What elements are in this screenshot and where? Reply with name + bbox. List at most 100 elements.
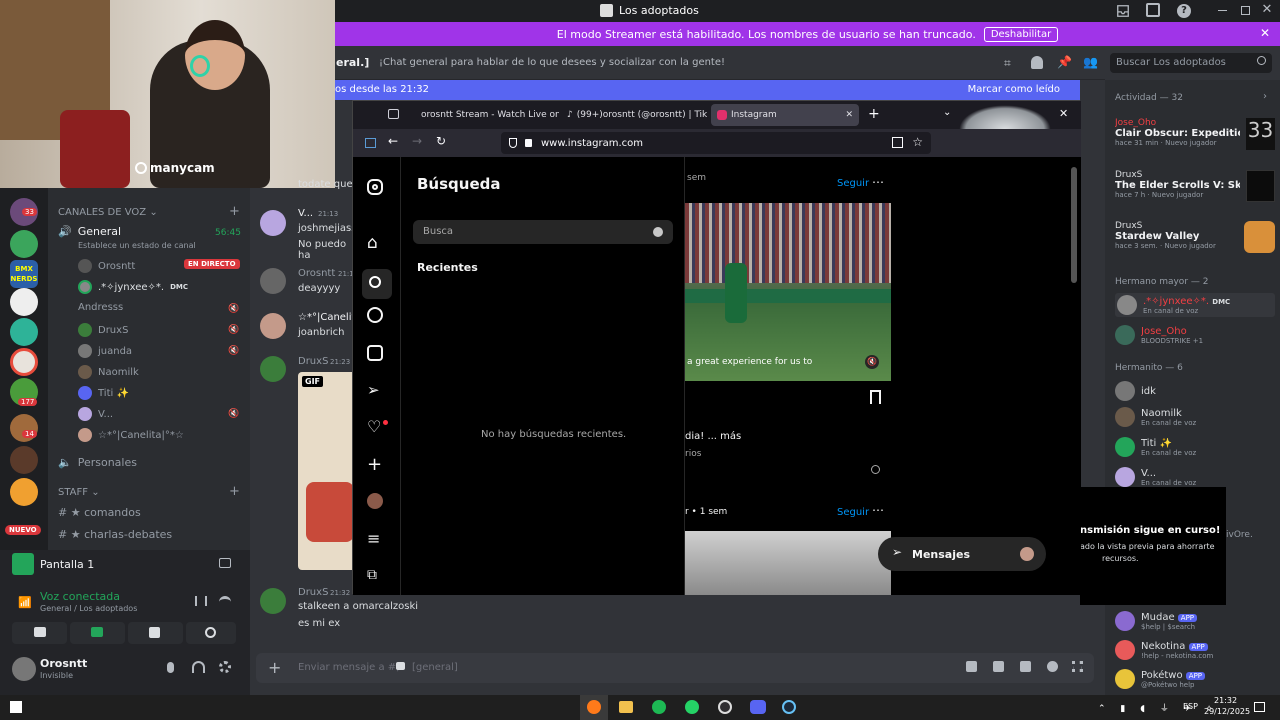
screen-share-preview[interactable]: Pantalla 1 <box>12 553 94 575</box>
activity-item[interactable]: DruxS Stardew Valley hace 3 sem. · Nuevo… <box>1115 221 1275 253</box>
reels-icon[interactable] <box>367 345 383 361</box>
threads-apps-icon[interactable]: ⧉ <box>367 567 387 587</box>
forward-icon[interactable]: → <box>412 134 422 148</box>
screen-share-button[interactable] <box>70 622 125 644</box>
spotify-taskbar-icon[interactable] <box>652 700 666 714</box>
activity-header[interactable]: Actividad — 32 <box>1115 93 1183 103</box>
server-icon-6[interactable] <box>10 348 38 376</box>
server-icon-5[interactable] <box>10 318 38 346</box>
member-item[interactable]: Jose_Oho BLOODSTRIKE +1 <box>1115 325 1275 345</box>
camera-off-button[interactable] <box>12 622 67 644</box>
reload-icon[interactable]: ↻ <box>436 134 446 148</box>
help-icon[interactable]: ? <box>1177 4 1191 18</box>
mute-icon[interactable]: 🔇 <box>865 355 879 369</box>
tray-icons[interactable]: ⌃ ▮ ◖ ⏚ ✈ ⟡ <box>1098 701 1218 714</box>
instagram-search-input[interactable]: Busca <box>413 220 673 244</box>
sidebar-toggle-icon[interactable] <box>365 138 376 148</box>
text-channel-charlas[interactable]: # ★ charlas-debates <box>58 528 172 541</box>
explore-icon[interactable] <box>367 307 383 323</box>
clear-search-icon[interactable] <box>653 227 663 237</box>
messages-pill[interactable]: ➢ Mensajes <box>878 537 1046 571</box>
unread-bar[interactable]: os desde las 21:32 Marcar como leído <box>335 80 1080 100</box>
message-composer[interactable]: + Enviar mensaje a #) [general] <box>256 653 1094 683</box>
notification-icon[interactable] <box>1146 3 1160 17</box>
bookmark-star-icon[interactable]: ☆ <box>912 135 923 149</box>
server-icon-2[interactable] <box>10 230 38 258</box>
voice-channel-general[interactable]: 🔊 General <box>58 225 121 238</box>
member-item[interactable]: idk <box>1115 381 1275 401</box>
new-tab-icon[interactable]: + <box>868 106 880 122</box>
close-browser-icon[interactable]: ✕ <box>1059 107 1068 120</box>
gift-icon[interactable] <box>966 661 977 672</box>
voice-user-druxs[interactable]: DruxS <box>78 323 128 337</box>
voice-location[interactable]: General / Los adoptados <box>40 604 137 613</box>
activities-button[interactable] <box>128 622 183 644</box>
post-video[interactable]: a great experience for us to 🔇 <box>685 203 891 381</box>
tab-kick[interactable]: orosntt Stream - Watch Live on <box>411 104 559 126</box>
threads-icon[interactable]: ⌗ <box>1004 56 1018 70</box>
search-placeholder[interactable]: Busca <box>423 226 453 237</box>
voice-user-juanda[interactable]: juanda <box>78 344 132 358</box>
user-avatar[interactable] <box>12 657 36 681</box>
gif-embed[interactable]: GIF <box>298 372 354 570</box>
message-author[interactable]: DruxS <box>298 587 328 598</box>
voice-category[interactable]: CANALES DE VOZ ⌄ <box>58 207 158 218</box>
post-caption[interactable]: dia! ... más <box>685 431 741 442</box>
stop-stream-icon[interactable] <box>219 558 231 568</box>
menu-icon[interactable]: ≡ <box>367 529 387 549</box>
tab-list-icon[interactable] <box>388 109 399 119</box>
profile-avatar-icon[interactable] <box>367 493 383 509</box>
activity-item[interactable]: Jose_Oho Clair Obscur: Expedition 33 hac… <box>1115 118 1275 150</box>
sticker-icon[interactable] <box>1020 661 1031 672</box>
scrollbar[interactable] <box>1071 167 1077 283</box>
voice-channel-personales[interactable]: 🔈 Personales <box>58 456 137 469</box>
headphones-icon[interactable] <box>192 661 205 673</box>
close-tab-icon[interactable]: ✕ <box>845 110 853 120</box>
post-options-icon[interactable]: ⋯ <box>872 503 884 517</box>
instagram-logo-icon[interactable] <box>367 179 383 195</box>
clock-time[interactable]: 21:32 <box>1214 696 1237 705</box>
search-icon[interactable] <box>362 269 392 299</box>
voice-user-canelita[interactable]: ☆*°|Canelita|°*☆ <box>78 428 184 442</box>
microphone-icon[interactable] <box>167 662 174 673</box>
attach-plus-icon[interactable]: + <box>268 658 281 677</box>
messages-icon[interactable]: ➢ <box>367 381 387 401</box>
follow-button[interactable]: Seguir <box>837 507 869 518</box>
voice-user-v[interactable]: V... <box>78 407 113 421</box>
server-icon-9[interactable] <box>10 446 38 474</box>
close-banner-icon[interactable]: ✕ <box>1260 26 1270 40</box>
text-channel-comandos[interactable]: # ★ comandos <box>58 506 141 519</box>
close-window-button[interactable]: ✕ <box>1260 2 1274 18</box>
url-bar[interactable]: www.instagram.com ☆ <box>501 132 931 154</box>
voice-user-orosntt[interactable]: Orosntt <box>78 259 135 273</box>
channel-status[interactable]: Establece un estado de canal <box>78 241 196 250</box>
notification-center-icon[interactable] <box>1254 702 1265 712</box>
apps-icon[interactable] <box>1072 661 1083 672</box>
settings-gear-icon[interactable] <box>219 661 231 673</box>
bell-icon[interactable] <box>1031 56 1043 69</box>
maximize-button[interactable] <box>1241 6 1250 15</box>
language-indicator[interactable]: ESP <box>1183 702 1198 711</box>
reader-icon[interactable] <box>892 137 903 148</box>
member-item[interactable]: .*✧jynxee✧*. DMC En canal de voz <box>1115 293 1275 317</box>
save-bookmark-icon[interactable] <box>870 390 881 404</box>
avatar[interactable] <box>260 356 286 382</box>
server-search-input[interactable]: Buscar Los adoptados <box>1116 57 1226 68</box>
whatsapp-taskbar-icon[interactable] <box>685 700 699 714</box>
firefox-taskbar-icon[interactable] <box>580 695 608 720</box>
home-icon[interactable]: ⌂ <box>367 233 387 253</box>
noise-suppression-icon[interactable] <box>195 596 207 606</box>
avatar[interactable] <box>260 268 286 294</box>
tab-instagram[interactable]: Instagram ✕ <box>711 104 859 126</box>
member-item[interactable]: Titi ✨ En canal de voz <box>1115 437 1275 457</box>
create-icon[interactable]: + <box>367 455 387 475</box>
composer-placeholder[interactable]: Enviar mensaje a #) <box>298 662 400 673</box>
inbox-icon[interactable] <box>1116 4 1130 18</box>
minimize-button[interactable] <box>1218 10 1227 11</box>
url-text[interactable]: www.instagram.com <box>541 138 643 149</box>
pin-icon[interactable]: 📌 <box>1057 55 1072 69</box>
voice-user-andresss[interactable]: Andresss <box>78 302 123 313</box>
tab-tiktok[interactable]: ♪(99+)orosntt (@orosntt) | TikTok <box>561 104 707 126</box>
discord-taskbar-icon[interactable] <box>750 700 766 714</box>
post-options-icon[interactable]: ⋯ <box>872 175 884 189</box>
